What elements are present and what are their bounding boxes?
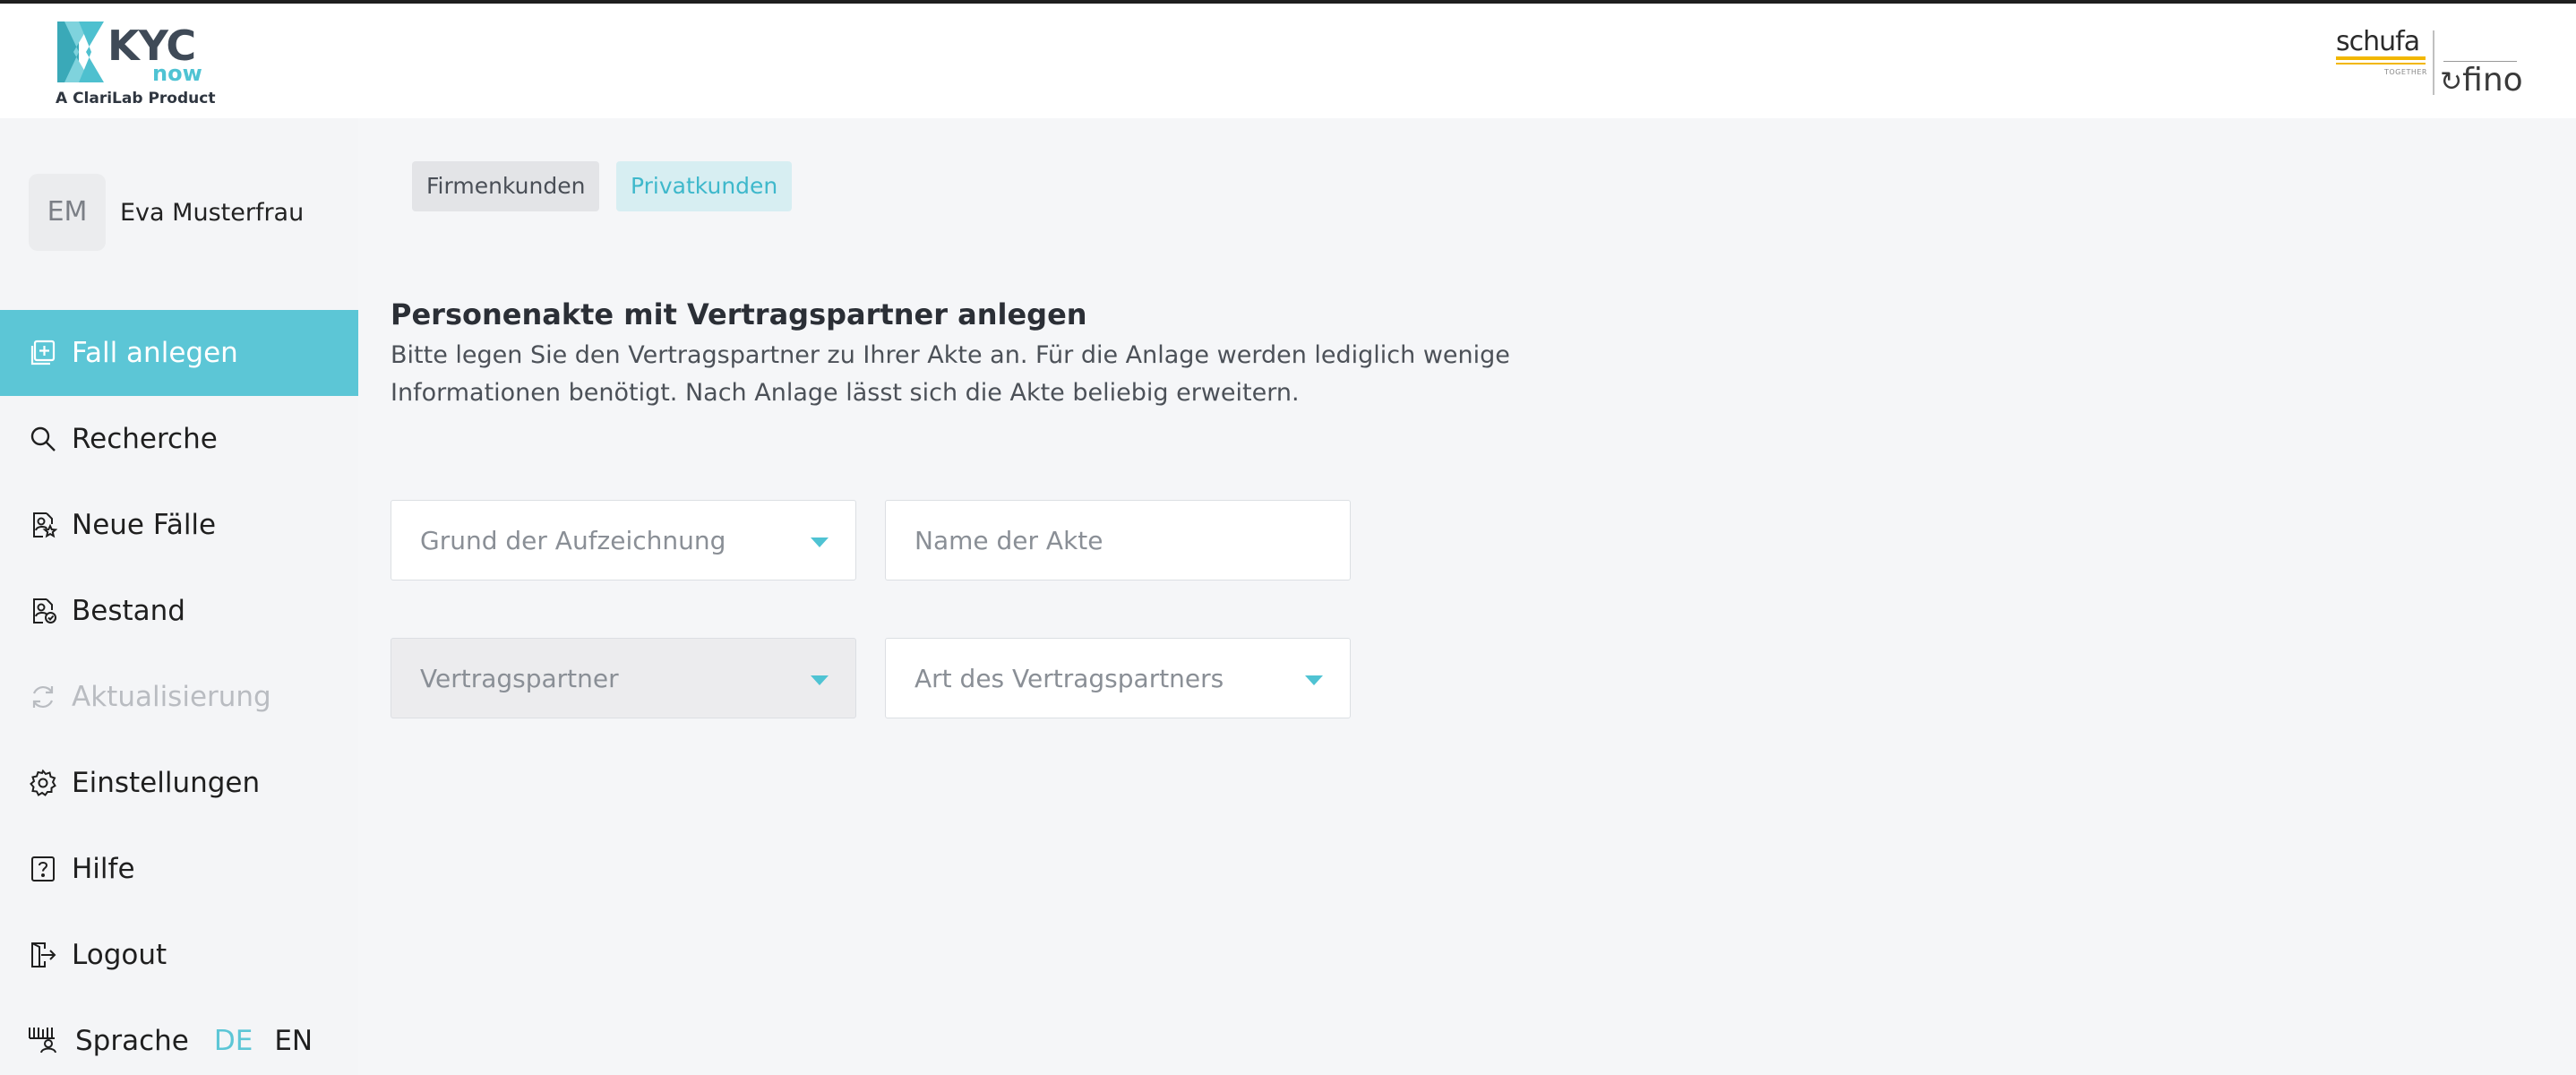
language-label: Sprache bbox=[75, 1025, 189, 1057]
schufa-logo: schufa bbox=[2336, 26, 2420, 57]
language-switcher: Sprache DE EN bbox=[27, 1014, 334, 1068]
help-icon bbox=[27, 853, 59, 885]
vertragspartner-select[interactable]: Vertragspartner bbox=[391, 638, 856, 718]
sidebar-item-recherche[interactable]: Recherche bbox=[0, 396, 358, 482]
schufa-tagline: TOGETHER bbox=[2384, 68, 2427, 76]
fino-mark-icon: ↻ bbox=[2440, 66, 2463, 98]
art-des-vertragspartners-select[interactable]: Art des Vertragspartners bbox=[885, 638, 1351, 718]
user-name: Eva Musterfrau bbox=[120, 199, 305, 227]
select-value: Vertragspartner bbox=[420, 663, 619, 693]
sidebar-item-bestand[interactable]: Bestand bbox=[0, 568, 358, 654]
tab-firmenkunden[interactable]: Firmenkunden bbox=[412, 161, 600, 211]
avatar: EM bbox=[29, 174, 106, 251]
sidebar-item-label: Bestand bbox=[72, 595, 185, 627]
chevron-down-icon bbox=[811, 538, 829, 547]
refresh-icon bbox=[27, 681, 59, 713]
kyc-logo-mark-icon bbox=[57, 22, 104, 82]
sidebar-item-label: Logout bbox=[72, 939, 167, 971]
sidebar: EM Eva Musterfrau Fall anlegen Recherche bbox=[0, 118, 358, 1075]
grund-der-aufzeichnung-select[interactable]: Grund der Aufzeichnung bbox=[391, 500, 856, 580]
select-value: Art des Vertragspartners bbox=[914, 663, 1224, 693]
name-der-akte-input[interactable] bbox=[914, 525, 1327, 555]
partner-divider bbox=[2433, 30, 2434, 95]
sidebar-item-label: Einstellungen bbox=[72, 767, 261, 799]
kyc-now-logo[interactable]: KYC now A ClariLab Product bbox=[56, 20, 217, 114]
portfolio-icon bbox=[27, 595, 59, 627]
sidebar-item-fall-anlegen[interactable]: Fall anlegen bbox=[0, 310, 358, 396]
page-description: Bitte legen Sie den Vertragspartner zu I… bbox=[391, 341, 1510, 407]
brand-sub: now bbox=[152, 61, 202, 86]
sidebar-item-label: Aktualisierung bbox=[72, 681, 271, 713]
language-option-en[interactable]: EN bbox=[274, 1025, 313, 1057]
chevron-down-icon bbox=[1305, 675, 1323, 685]
gear-icon bbox=[27, 767, 59, 799]
sidebar-item-label: Recherche bbox=[72, 423, 218, 455]
search-icon bbox=[27, 423, 59, 455]
select-value: Grund der Aufzeichnung bbox=[420, 525, 726, 555]
sidebar-item-label: Hilfe bbox=[72, 853, 135, 885]
sidebar-item-aktualisierung[interactable]: Aktualisierung bbox=[0, 654, 358, 740]
schufa-underline-thin bbox=[2336, 63, 2426, 64]
language-icon bbox=[27, 1024, 57, 1058]
schufa-underline bbox=[2336, 56, 2426, 60]
sidebar-item-logout[interactable]: Logout bbox=[0, 912, 358, 998]
main-content: Firmenkunden Privatkunden Personenakte m… bbox=[358, 118, 2576, 1075]
user-profile[interactable]: EM Eva Musterfrau bbox=[29, 174, 351, 251]
fino-logo: ↻fino bbox=[2440, 64, 2523, 97]
logout-icon bbox=[27, 939, 59, 971]
sidebar-item-label: Fall anlegen bbox=[72, 337, 238, 369]
sidebar-item-neue-faelle[interactable]: Neue Fälle bbox=[0, 482, 358, 568]
new-cases-icon bbox=[27, 509, 59, 541]
app-header: KYC now A ClariLab Product schufa TOGETH… bbox=[0, 4, 2576, 118]
brand-tagline: A ClariLab Product bbox=[56, 90, 216, 108]
add-file-icon bbox=[27, 337, 59, 369]
tab-privatkunden[interactable]: Privatkunden bbox=[616, 161, 793, 211]
chevron-down-icon bbox=[811, 675, 829, 685]
fino-wordmark: fino bbox=[2462, 62, 2523, 99]
sidebar-item-label: Neue Fälle bbox=[72, 509, 217, 541]
partner-logos: schufa TOGETHER ↻fino bbox=[2334, 26, 2523, 100]
page-title: Personenakte mit Vertragspartner anlegen bbox=[391, 297, 1087, 331]
sidebar-item-hilfe[interactable]: Hilfe bbox=[0, 826, 358, 912]
sidebar-item-einstellungen[interactable]: Einstellungen bbox=[0, 740, 358, 826]
language-option-de[interactable]: DE bbox=[214, 1025, 253, 1057]
name-der-akte-field[interactable] bbox=[885, 500, 1351, 580]
